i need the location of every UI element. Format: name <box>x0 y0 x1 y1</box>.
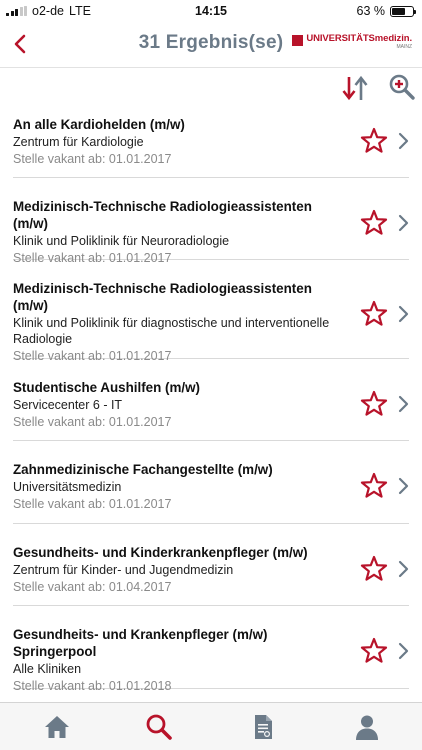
navigation-bar: 31 Ergebnis(se) UNIVERSITÄTSmedizin. MAI… <box>0 22 422 68</box>
tab-documents[interactable] <box>248 712 278 742</box>
result-date: Stelle vakant ab: 01.04.2017 <box>13 580 172 594</box>
chevron-right-icon <box>398 214 409 232</box>
result-department: Zentrum für Kinder- und Jugendmedizin <box>13 563 234 577</box>
result-date: Stelle vakant ab: 01.01.2017 <box>13 415 172 429</box>
result-title: Medizinisch-Technische Radiologieassiste… <box>13 199 312 231</box>
result-date: Stelle vakant ab: 01.01.2017 <box>13 152 172 166</box>
status-bar: o2-de LTE 14:15 63 % <box>0 0 422 22</box>
star-outline-icon[interactable] <box>360 127 388 153</box>
sort-icon <box>342 75 368 101</box>
universitaetsmedizin-logo: UNIVERSITÄTSmedizin. MAINZ <box>292 34 412 50</box>
star-outline-icon[interactable] <box>360 209 388 235</box>
tab-search[interactable] <box>144 712 174 742</box>
result-department: Zentrum für Kardiologie <box>13 135 144 149</box>
result-department: Servicecenter 6 - IT <box>13 398 123 412</box>
result-title: Medizinisch-Technische Radiologieassiste… <box>13 281 312 313</box>
battery-icon <box>390 5 416 17</box>
star-outline-icon[interactable] <box>360 637 388 663</box>
search-icon <box>146 714 172 740</box>
logo-mark-icon <box>292 35 304 46</box>
profile-icon <box>356 715 378 740</box>
result-item[interactable]: Gesundheits- und Kinderkrankenpfleger (m… <box>13 524 409 606</box>
result-date: Stelle vakant ab: 01.01.2017 <box>13 497 172 511</box>
result-title: Gesundheits- und Krankenpfleger (m/w) Sp… <box>13 627 268 659</box>
result-item[interactable]: Gesundheits- und Krankenpfleger (m/w) Sp… <box>13 606 409 693</box>
logo-text: UNIVERSITÄTSmedizin. <box>306 33 412 44</box>
result-department: Universitätsmedizin <box>13 480 122 494</box>
star-outline-icon[interactable] <box>360 300 388 326</box>
result-title: Zahnmedizinische Fachangestellte (m/w) <box>13 462 273 477</box>
result-title: Studentische Aushilfen (m/w) <box>13 380 200 395</box>
chevron-right-icon <box>398 395 409 413</box>
result-title: An alle Kardiohelden (m/w) <box>13 117 185 132</box>
chevron-right-icon <box>398 305 409 323</box>
chevron-right-icon <box>398 560 409 578</box>
sort-button[interactable] <box>340 74 370 102</box>
star-outline-icon[interactable] <box>360 390 388 416</box>
result-item[interactable]: Studentische Aushilfen (m/w) Servicecent… <box>13 359 409 441</box>
result-date: Stelle vakant ab: 01.01.2018 <box>13 679 172 693</box>
star-outline-icon[interactable] <box>360 555 388 581</box>
results-list: An alle Kardiohelden (m/w) Zentrum für K… <box>0 108 422 693</box>
battery-percent: 63 % <box>356 4 386 18</box>
star-outline-icon[interactable] <box>360 472 388 498</box>
tab-bar <box>0 702 422 750</box>
result-item[interactable]: Medizinisch-Technische Radiologieassiste… <box>13 178 409 265</box>
chevron-right-icon <box>398 642 409 660</box>
result-department: Klinik und Poliklinik für diagnostische … <box>13 316 330 346</box>
results-toolbar <box>0 68 422 108</box>
result-item[interactable]: Zahnmedizinische Fachangestellte (m/w) U… <box>13 441 409 524</box>
chevron-right-icon <box>398 477 409 495</box>
tab-profile[interactable] <box>352 712 382 742</box>
home-icon <box>45 716 69 738</box>
search-filter-icon <box>389 74 415 100</box>
status-right: 63 % <box>356 4 416 18</box>
result-item[interactable]: An alle Kardiohelden (m/w) Zentrum für K… <box>13 108 409 178</box>
logo-subtext: MAINZ <box>396 43 412 50</box>
chevron-right-icon <box>398 132 409 150</box>
result-department: Klinik und Poliklinik für Neuroradiologi… <box>13 234 230 248</box>
tab-home[interactable] <box>42 712 72 742</box>
search-filter-button[interactable] <box>388 73 416 101</box>
result-department: Alle Kliniken <box>13 662 82 676</box>
result-title: Gesundheits- und Kinderkrankenpfleger (m… <box>13 545 308 560</box>
document-icon <box>255 715 272 739</box>
result-item[interactable]: Medizinisch-Technische Radiologieassiste… <box>13 260 409 363</box>
